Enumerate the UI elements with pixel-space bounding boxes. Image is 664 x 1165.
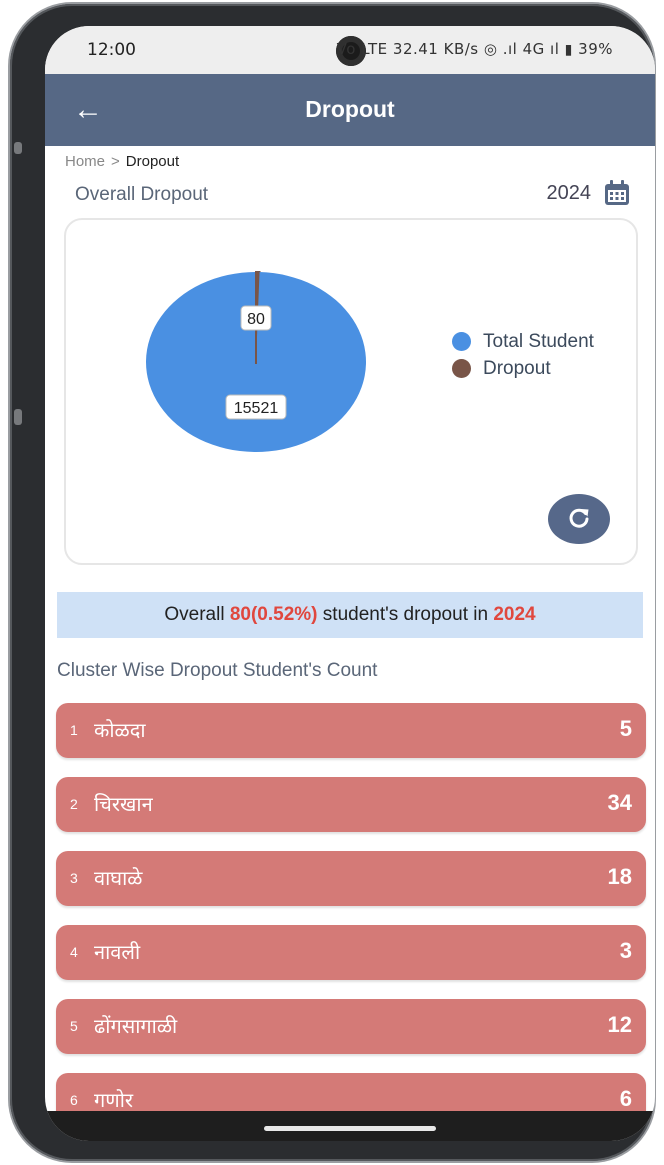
cluster-name: कोळदा <box>94 720 146 742</box>
cluster-name: चिरखान <box>94 794 153 816</box>
legend-swatch <box>452 359 471 378</box>
dropout-chart-card: 80 15521 Total Student Dropout <box>64 218 638 565</box>
cluster-row[interactable]: 5 ढोंगसागाळी 12 <box>56 999 646 1054</box>
legend-swatch <box>452 332 471 351</box>
signal-indicators: Vo LTE 32.41 KB/s ◎ .ıl 4G ıl <box>336 40 560 58</box>
status-time: 12:00 <box>87 40 136 60</box>
cluster-count: 18 <box>607 864 632 889</box>
cluster-name: ढोंगसागाळी <box>94 1016 178 1038</box>
phone-side-button <box>14 409 22 425</box>
battery-level: 39% <box>578 40 613 58</box>
cluster-count: 3 <box>619 938 632 963</box>
cluster-name: वाघाळे <box>94 868 143 890</box>
cluster-list: 1 कोळदा 5 2 चिरखान 34 3 वाघाळे 18 4 नावली 3 5 ढोंगसाग… <box>56 703 646 1141</box>
cluster-name: नावली <box>94 942 141 964</box>
status-bar: 12:00 Vo LTE 32.41 KB/s ◎ .ıl 4G ıl ▮ 39… <box>45 26 655 74</box>
cluster-count: 6 <box>619 1086 632 1111</box>
legend-label: Dropout <box>483 357 551 379</box>
cluster-index: 6 <box>70 1092 78 1108</box>
cluster-index: 1 <box>70 722 78 738</box>
cluster-count: 5 <box>619 716 632 741</box>
summary-prefix: Overall <box>164 604 225 625</box>
svg-text:80: 80 <box>247 311 265 328</box>
cluster-count: 12 <box>607 1012 632 1037</box>
breadcrumb-current: Dropout <box>125 153 180 170</box>
pie-data-label: 80 <box>240 305 272 331</box>
page-title: Dropout <box>305 96 395 122</box>
summary-year: 2024 <box>493 604 536 625</box>
cluster-row[interactable]: 2 चिरखान 34 <box>56 777 646 832</box>
refresh-icon <box>569 508 589 528</box>
year-selector[interactable]: 2024 <box>547 179 632 207</box>
breadcrumb-separator: > <box>111 153 120 170</box>
calendar-icon[interactable] <box>603 179 631 207</box>
breadcrumb-home[interactable]: Home <box>65 153 105 170</box>
status-indicators: Vo LTE 32.41 KB/s ◎ .ıl 4G ıl ▮ 39% <box>337 40 613 58</box>
section-title: Overall Dropout <box>75 184 209 205</box>
refresh-button[interactable] <box>548 494 610 544</box>
cluster-count: 34 <box>607 790 632 815</box>
app-bar: ← Dropout <box>45 74 655 146</box>
home-indicator[interactable] <box>264 1126 436 1131</box>
cluster-list-title: Cluster Wise Dropout Student's Count <box>57 660 378 681</box>
legend-item: Total Student <box>452 328 594 355</box>
cluster-index: 3 <box>70 870 78 886</box>
year-value: 2024 <box>546 181 592 204</box>
svg-text:15521: 15521 <box>234 400 279 417</box>
phone-side-button <box>14 142 22 154</box>
summary-middle: student's dropout in <box>322 604 489 625</box>
legend-item: Dropout <box>452 355 594 382</box>
dropout-summary: Overall 80(0.52%) student's dropout in 2… <box>57 592 643 638</box>
cluster-row[interactable]: 1 कोळदा 5 <box>56 703 646 758</box>
cluster-index: 5 <box>70 1018 78 1034</box>
cluster-index: 4 <box>70 944 78 960</box>
cluster-name: गणोर <box>94 1090 134 1112</box>
phone-frame: 12:00 Vo LTE 32.41 KB/s ◎ .ıl 4G ıl ▮ 39… <box>10 4 655 1161</box>
screen: 12:00 Vo LTE 32.41 KB/s ◎ .ıl 4G ıl ▮ 39… <box>45 26 655 1141</box>
cluster-index: 2 <box>70 796 78 812</box>
breadcrumb: Home > Dropout <box>65 153 179 170</box>
legend-label: Total Student <box>483 330 594 352</box>
pie-data-label: 15521 <box>225 394 287 420</box>
cluster-row[interactable]: 4 नावली 3 <box>56 925 646 980</box>
summary-value: 80(0.52%) <box>229 604 318 625</box>
battery-icon: ▮ <box>564 42 573 58</box>
cluster-row[interactable]: 3 वाघाळे 18 <box>56 851 646 906</box>
chart-legend: Total Student Dropout <box>452 328 594 382</box>
